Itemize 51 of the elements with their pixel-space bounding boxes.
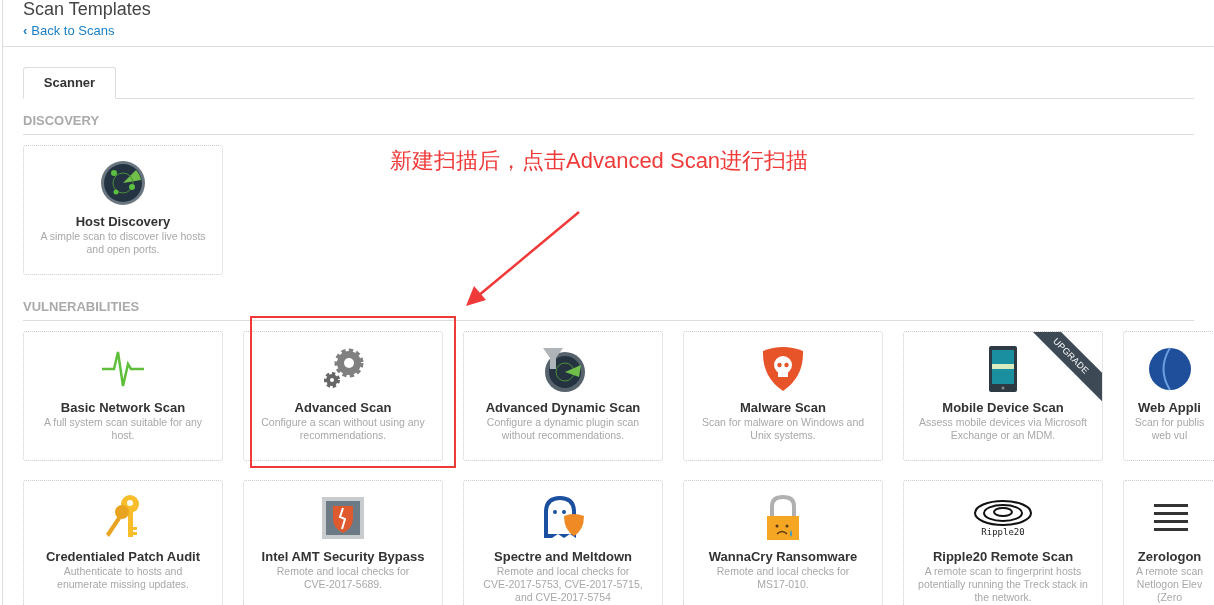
template-description: A remote scan to fingerprint hosts potentially running the Treck stack in the network.	[918, 565, 1088, 604]
template-card[interactable]: Basic Network Scan A full system scan suitable for any host.	[23, 331, 223, 461]
template-card[interactable]: Web Appli Scan for publis web vul	[1123, 331, 1214, 461]
annotation-text: 新建扫描后，点击Advanced Scan进行扫描	[390, 147, 809, 175]
template-description: Remote and local checks for MS17-010.	[716, 565, 850, 591]
template-description: Remote and local checks for CVE-2017-5753, CVE-2017-5715, and CVE-2017-5754	[483, 565, 643, 604]
template-description: A remote scan Netlogon Elev (Zero	[1135, 565, 1204, 604]
template-description: Configure a scan without using any recommendations.	[261, 416, 425, 442]
template-description: Remote and local checks for CVE-2017-5689.	[276, 565, 410, 591]
template-title: Intel AMT Security Bypass	[261, 549, 425, 565]
chevron-icon: ‹	[23, 23, 28, 39]
phone-icon	[988, 345, 1018, 393]
template-title: Web Appli	[1138, 400, 1201, 416]
template-title: WannaCry Ransomware	[708, 549, 858, 565]
template-description: Scan for malware on Windows and Unix systems.	[701, 416, 865, 442]
template-card[interactable]: Credentialed Patch Audit Authenticate to hosts and enumerate missing updates.	[23, 480, 223, 605]
template-card[interactable]: Host Discovery A simple scan to discover live hosts and open ports.	[23, 145, 223, 275]
template-title: Advanced Dynamic Scan	[485, 400, 641, 416]
globe-icon	[1146, 346, 1193, 392]
page-title: Scan Templates	[23, 0, 152, 18]
ripple-logo: Ripple20	[973, 499, 1033, 537]
chip-icon	[320, 495, 366, 541]
template-description: Configure a dynamic plugin scan without recommendations.	[486, 416, 640, 442]
template-description: A full system scan suitable for any host.	[43, 416, 203, 442]
template-description: A simple scan to discover live hosts and open ports.	[40, 230, 206, 256]
template-title: Credentialed Patch Audit	[45, 549, 201, 565]
template-card[interactable]: Malware Scan Scan for malware on Windows and Unix systems.	[683, 331, 883, 461]
template-description: Authenticate to hosts and enumerate missing updates.	[57, 565, 189, 591]
template-description: Scan for publis web vul	[1134, 416, 1205, 442]
template-title: Spectre and Meltdown	[494, 549, 632, 565]
template-card[interactable]: Ripple20 Ripple20 Remote Scan A remote scan to fingerprint hosts potentially running the Treck stack in the network.	[903, 480, 1103, 605]
skull-shield-icon	[760, 345, 806, 393]
template-title: Malware Scan	[740, 400, 826, 416]
template-title: Advanced Scan	[294, 400, 392, 416]
template-title: Host Discovery	[75, 214, 171, 230]
template-card[interactable]: Intel AMT Security Bypass Remote and local checks for CVE-2017-5689.	[243, 480, 443, 605]
section-heading: DISCOVERY	[23, 113, 1194, 135]
template-card[interactable]: Advanced Dynamic Scan Configure a dynamic plugin scan without recommendations.	[463, 331, 663, 461]
template-description: Assess mobile devices via Microsoft Exchange or an MDM.	[918, 416, 1088, 442]
back-link[interactable]: ‹ Back to Scans	[23, 23, 115, 39]
template-title: Mobile Device Scan	[942, 400, 1064, 416]
template-title: Zerologon	[1137, 549, 1202, 565]
template-title: Ripple20 Remote Scan	[932, 549, 1074, 565]
section-heading: VULNERABILITIES	[23, 299, 1194, 321]
template-card[interactable]: Spectre and Meltdown Remote and local checks for CVE-2017-5753, CVE-2017-5715, and CVE-2017-5754	[463, 480, 663, 605]
template-title: Basic Network Scan	[60, 400, 186, 416]
scanner-tab[interactable]: Scanner	[23, 67, 116, 99]
template-card[interactable]: Zerologon A remote scan Netlogon Elev (Zero	[1123, 480, 1214, 605]
radar-icon	[100, 160, 146, 206]
template-card[interactable]: WannaCry Ransomware Remote and local checks for MS17-010.	[683, 480, 883, 605]
template-card[interactable]: Advanced Scan Configure a scan without using any recommendations.	[243, 331, 443, 461]
